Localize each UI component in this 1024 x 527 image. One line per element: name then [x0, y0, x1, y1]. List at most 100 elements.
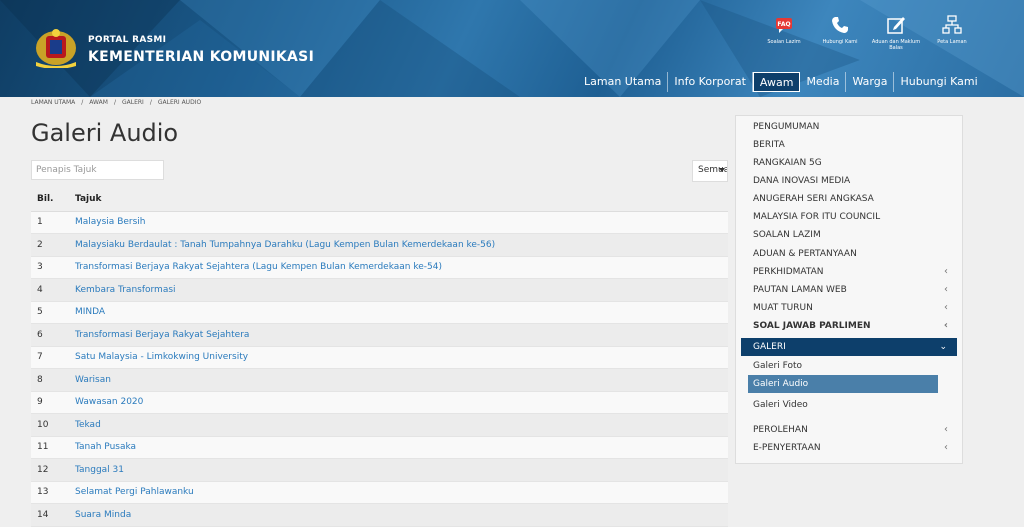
- table-row: 6 Transformasi Berjaya Rakyat Sejahtera: [31, 323, 728, 347]
- sidebar-item-label: ADUAN & PERTANYAAN: [753, 249, 857, 259]
- sidebar-item-label: MALAYSIA FOR ITU COUNCIL: [753, 212, 881, 222]
- audio-title-link[interactable]: Tanggal 31: [69, 458, 728, 482]
- top-utility-links: FAQ Soalan Lazim Hubungi Kami Aduan dan …: [756, 14, 980, 51]
- complaint-label: Aduan dan Maklum Balas: [871, 39, 921, 51]
- complaint-icon: [887, 17, 905, 34]
- nav-warga[interactable]: Warga: [846, 72, 895, 92]
- table-row: 3 Transformasi Berjaya Rakyat Sejahtera (…: [31, 256, 728, 279]
- audio-title-link[interactable]: Transformasi Berjaya Rakyat Sejahtera: [69, 323, 728, 347]
- column-header-title[interactable]: Tajuk: [69, 188, 728, 212]
- title-filter-input[interactable]: [31, 160, 164, 180]
- chevron-left-icon: ‹: [944, 442, 948, 453]
- audio-title-link[interactable]: Warisan: [69, 368, 728, 392]
- row-number: 5: [31, 301, 69, 324]
- audio-title-link[interactable]: Kembara Transformasi: [69, 278, 728, 302]
- audio-title-link[interactable]: Transformasi Berjaya Rakyat Sejahtera (L…: [69, 256, 728, 279]
- audio-title-link[interactable]: Satu Malaysia - Limkokwing University: [69, 346, 728, 369]
- sidebar-item-muat-turun[interactable]: MUAT TURUN ‹: [753, 299, 948, 317]
- table-row: 5 MINDA: [31, 301, 728, 324]
- sidebar-item-soal-jawab-parlimen[interactable]: SOAL JAWAB PARLIMEN ‹: [753, 317, 948, 335]
- sidebar-item-perolehan[interactable]: PEROLEHAN ‹: [753, 421, 948, 439]
- sidebar-item-aduan-pertanyaan[interactable]: ADUAN & PERTANYAAN: [753, 245, 948, 263]
- sidebar-item-soalan-lazim[interactable]: SOALAN LAZIM: [753, 226, 948, 244]
- audio-title-link[interactable]: Malaysia Bersih: [69, 211, 728, 234]
- nav-media[interactable]: Media: [800, 72, 847, 92]
- table-row: 4 Kembara Transformasi: [31, 278, 728, 302]
- phone-icon: [832, 17, 848, 33]
- sidebar-item-galeri[interactable]: GALERI ⌄: [741, 338, 957, 356]
- table-body: 1 Malaysia Bersih 2 Malaysiaku Berdaulat : …: [31, 211, 728, 527]
- breadcrumb-separator: /: [81, 99, 84, 106]
- chevron-down-icon: ⌄: [939, 342, 947, 352]
- chevron-down-icon: [719, 168, 725, 172]
- breadcrumb-awam[interactable]: AWAM: [89, 99, 108, 106]
- contact-link[interactable]: Hubungi Kami: [812, 14, 868, 51]
- site-header: PORTAL RASMI KEMENTERIAN KOMUNIKASI FAQ …: [0, 0, 1024, 97]
- category-select[interactable]: Semua: [692, 160, 728, 182]
- portal-subtitle: PORTAL RASMI: [88, 35, 167, 45]
- table-row: 14 Suara Minda: [31, 503, 728, 527]
- row-number: 11: [31, 436, 69, 459]
- table-row: 8 Warisan: [31, 368, 728, 392]
- sidebar-item-label: PENGUMUMAN: [753, 122, 820, 132]
- crest-logo-icon[interactable]: [32, 26, 80, 68]
- breadcrumb: LAMAN UTAMA / AWAM / GALERI / GALERI AUD…: [31, 99, 201, 106]
- audio-title-link[interactable]: Wawasan 2020: [69, 391, 728, 414]
- complaint-link[interactable]: Aduan dan Maklum Balas: [868, 14, 924, 51]
- audio-title-link[interactable]: Tanah Pusaka: [69, 436, 728, 459]
- audio-title-link[interactable]: Tekad: [69, 413, 728, 437]
- sidebar-menu: PENGUMUMAN BERITA RANGKAIAN 5G DANA INOVASI…: [735, 115, 963, 464]
- sidebar-item-label: DANA INOVASI MEDIA: [753, 176, 851, 186]
- table-row: 1 Malaysia Bersih: [31, 211, 728, 234]
- sidebar-sub-galeri-foto[interactable]: Galeri Foto: [748, 357, 938, 375]
- breadcrumb-separator: /: [149, 99, 152, 106]
- faq-icon: FAQ: [776, 18, 792, 33]
- chevron-left-icon: ‹: [944, 424, 948, 435]
- sidebar-item-berita[interactable]: BERITA: [753, 136, 948, 154]
- sitemap-icon: [942, 15, 962, 34]
- sidebar-item-label: SOALAN LAZIM: [753, 230, 821, 240]
- sidebar-item-pengumuman[interactable]: PENGUMUMAN: [753, 118, 948, 136]
- sidebar-item-rangkaian-5g[interactable]: RANGKAIAN 5G: [753, 154, 948, 172]
- audio-title-link[interactable]: Selamat Pergi Pahlawanku: [69, 481, 728, 504]
- sidebar-item-pautan-laman-web[interactable]: PAUTAN LAMAN WEB ‹: [753, 281, 948, 299]
- column-header-number[interactable]: Bil.: [31, 188, 69, 212]
- sidebar-item-dana-inovasi-media[interactable]: DANA INOVASI MEDIA: [753, 172, 948, 190]
- faq-link[interactable]: FAQ Soalan Lazim: [756, 14, 812, 51]
- chevron-left-icon: ‹: [944, 266, 948, 277]
- table-row: 12 Tanggal 31: [31, 458, 728, 482]
- audio-table: Bil. Tajuk 1 Malaysia Bersih 2 Malaysiaku B…: [31, 188, 728, 527]
- sidebar-item-anugerah-seri-angkasa[interactable]: ANUGERAH SERI ANGKASA: [753, 190, 948, 208]
- chevron-left-icon: ‹: [943, 320, 948, 331]
- nav-laman-utama[interactable]: Laman Utama: [578, 72, 669, 92]
- sidebar-item-label: SOAL JAWAB PARLIMEN: [753, 321, 871, 331]
- contact-label: Hubungi Kami: [822, 39, 858, 45]
- breadcrumb-home[interactable]: LAMAN UTAMA: [31, 99, 75, 106]
- sidebar-item-label: MUAT TURUN: [753, 303, 813, 313]
- sitemap-link[interactable]: Peta Laman: [924, 14, 980, 51]
- sidebar-item-label: PAUTAN LAMAN WEB: [753, 285, 847, 295]
- breadcrumb-galeri[interactable]: GALERI: [122, 99, 144, 106]
- row-number: 10: [31, 413, 69, 437]
- nav-hubungi-kami[interactable]: Hubungi Kami: [894, 72, 983, 92]
- svg-text:FAQ: FAQ: [777, 21, 790, 28]
- audio-title-link[interactable]: MINDA: [69, 301, 728, 324]
- nav-info-korporat[interactable]: Info Korporat: [668, 72, 753, 92]
- row-number: 2: [31, 233, 69, 257]
- breadcrumb-current: GALERI AUDIO: [157, 99, 202, 106]
- sidebar-sub-galeri-audio[interactable]: Galeri Audio: [748, 375, 938, 393]
- chevron-left-icon: ‹: [944, 284, 948, 295]
- sidebar-item-malaysia-for-itu-council[interactable]: MALAYSIA FOR ITU COUNCIL: [753, 208, 948, 226]
- sidebar-item-label: PEROLEHAN: [753, 425, 808, 435]
- portal-title[interactable]: KEMENTERIAN KOMUNIKASI: [88, 49, 314, 65]
- row-number: 12: [31, 458, 69, 482]
- audio-title-link[interactable]: Suara Minda: [69, 503, 728, 527]
- nav-awam[interactable]: Awam: [752, 72, 801, 92]
- sidebar-item-perkhidmatan[interactable]: PERKHIDMATAN ‹: [753, 263, 948, 281]
- chevron-left-icon: ‹: [944, 302, 948, 313]
- sidebar-item-e-penyertaan[interactable]: E-PENYERTAAN ‹: [753, 439, 948, 457]
- audio-title-link[interactable]: Malaysiaku Berdaulat : Tanah Tumpahnya D…: [69, 233, 728, 257]
- sidebar-item-label: E-PENYERTAAN: [753, 443, 821, 453]
- row-number: 3: [31, 256, 69, 279]
- sidebar-sub-galeri-video[interactable]: Galeri Video: [748, 396, 938, 414]
